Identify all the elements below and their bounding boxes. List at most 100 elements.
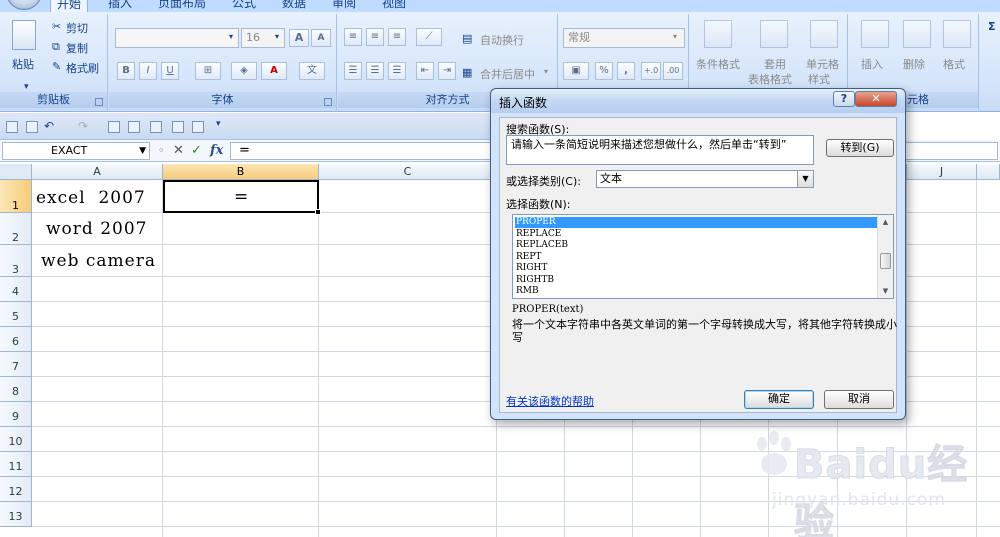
cut-button[interactable]: 剪切 [66,20,88,36]
font-launcher-icon[interactable] [324,98,332,106]
dialog-close-button[interactable]: ✕ [855,91,897,107]
function-list-scrollbar[interactable]: ▲ ▼ [877,215,893,298]
font-name-input[interactable] [115,28,239,48]
tab-4[interactable]: 数据 [282,0,306,12]
clipboard-launcher-icon[interactable] [95,98,103,106]
row-header[interactable]: 8 [0,377,32,402]
increase-indent-icon[interactable]: ⇥ [438,62,456,80]
page-setup-icon[interactable] [172,121,184,133]
wrap-text-button[interactable]: 自动换行 [480,32,524,48]
function-item[interactable]: RIGHT [515,263,877,274]
tab-1[interactable]: 插入 [108,0,132,12]
comma-button[interactable]: , [617,62,635,80]
align-bottom-icon[interactable]: ≡ [388,28,406,46]
formula-bar-expand-icon[interactable]: ◦ [158,143,165,159]
column-header-k[interactable] [977,164,1000,180]
row-header[interactable]: 5 [0,302,32,327]
qat-customize-icon[interactable]: ▾ [216,119,221,129]
format-painter-button[interactable]: 格式刷 [66,60,99,76]
redo-icon[interactable]: ↷ [78,119,88,133]
autosum-icon[interactable]: Σ [988,20,996,33]
font-name-dropdown-icon[interactable]: ▾ [229,32,233,41]
column-header-c[interactable]: C [319,164,497,180]
function-help-link[interactable]: 有关该函数的帮助 [506,393,594,409]
column-header-a[interactable]: A [32,164,163,180]
cell-styles-label-1[interactable]: 单元格 [806,56,839,72]
cell-styles-icon[interactable] [810,20,838,48]
cell-a1[interactable]: excel 2007 [36,188,146,208]
row-header[interactable]: 4 [0,277,32,302]
orientation-icon[interactable]: ⟋ [416,28,442,46]
scroll-thumb[interactable] [880,253,891,269]
function-item[interactable]: RIGHTB [515,275,877,286]
select-all-corner[interactable] [0,164,32,180]
tab-3[interactable]: 公式 [232,0,256,12]
phonetic-icon[interactable]: 文 [299,62,325,80]
insert-cells-button[interactable]: 插入 [861,56,883,72]
decrease-indent-icon[interactable]: ⇤ [416,62,434,80]
align-top-icon[interactable]: ≡ [344,28,362,46]
grow-font-button[interactable]: A [289,29,309,47]
dialog-help-button[interactable]: ? [833,91,855,107]
copy-button[interactable]: 复制 [66,40,88,56]
percent-button[interactable]: % [595,62,613,80]
row-header[interactable]: 2 [0,213,32,245]
decrease-decimal-button[interactable]: .00 [663,62,683,80]
row-header[interactable]: 3 [0,245,32,277]
format-as-table-label-1[interactable]: 套用 [764,56,786,72]
dialog-titlebar[interactable]: 插入函数 ? ✕ [491,89,905,113]
italic-button[interactable]: I [139,62,157,80]
bold-button[interactable]: B [117,62,135,80]
row-header[interactable]: 9 [0,402,32,427]
function-item[interactable]: REPT [515,252,877,263]
insert-function-icon[interactable]: fx [210,143,223,159]
save-icon[interactable] [6,121,18,133]
underline-button[interactable]: U [161,62,179,80]
paste-button[interactable]: 粘贴 [12,56,34,72]
cell-styles-label-2[interactable]: 样式 [808,71,830,87]
spelling-icon[interactable] [128,121,140,133]
name-box[interactable]: EXACT ▼ [2,142,150,160]
number-format-select[interactable]: 常规 [563,28,685,48]
conditional-formatting-icon[interactable] [704,20,732,48]
align-right-icon[interactable]: ☰ [388,62,406,80]
category-dropdown-icon[interactable]: ▼ [797,171,813,187]
format-as-table-label-2[interactable]: 表格格式 [748,71,792,87]
name-box-dropdown-icon[interactable]: ▼ [139,143,146,159]
row-header[interactable]: 12 [0,477,32,502]
function-list[interactable]: PROPER REPLACE REPLACEB REPT RIGHT RIGHTB RMB … [512,214,894,299]
scroll-up-icon[interactable]: ▲ [878,215,893,229]
function-item[interactable]: RMB [515,286,877,297]
borders-icon[interactable]: ⊞ [195,62,221,80]
cell-a2[interactable]: word 2007 [46,219,147,239]
tab-0[interactable]: 开始 [50,0,89,12]
format-as-table-icon[interactable] [760,20,788,48]
delete-cells-button[interactable]: 删除 [903,56,925,72]
fill-handle[interactable] [315,209,321,215]
format-cells-icon[interactable] [943,20,971,48]
function-item[interactable]: REPLACEB [515,240,877,251]
scroll-down-icon[interactable]: ▼ [878,284,893,298]
cell-a3[interactable]: web camera [41,251,156,271]
new-icon[interactable] [26,121,38,133]
category-select[interactable]: 文本 ▼ [596,170,814,188]
go-button[interactable]: 转到(G) [826,139,894,157]
formula-cancel-icon[interactable]: ✕ [173,143,184,159]
font-size-dropdown-icon[interactable]: ▾ [275,32,279,41]
column-header-j[interactable]: J [907,164,977,180]
merge-center-button[interactable]: 合并后居中 [480,66,535,82]
number-format-dropdown-icon[interactable]: ▾ [673,32,677,41]
row-header[interactable]: 13 [0,502,32,527]
format-cells-button[interactable]: 格式 [943,56,965,72]
row-header[interactable]: 10 [0,427,32,452]
cancel-button[interactable]: 取消 [824,390,894,409]
print-preview-icon[interactable] [108,121,120,133]
accounting-format-icon[interactable]: ▣ [563,62,589,80]
align-center-icon[interactable]: ☰ [366,62,384,80]
conditional-formatting-button[interactable]: 条件格式 [696,56,740,72]
column-header-b[interactable]: B [163,164,319,180]
search-function-input[interactable]: 请输入一条简短说明来描述您想做什么，然后单击“转到” [506,135,814,165]
paste-icon[interactable] [12,20,36,50]
delete-cells-icon[interactable] [903,20,931,48]
function-item[interactable]: PROPER [515,217,877,228]
